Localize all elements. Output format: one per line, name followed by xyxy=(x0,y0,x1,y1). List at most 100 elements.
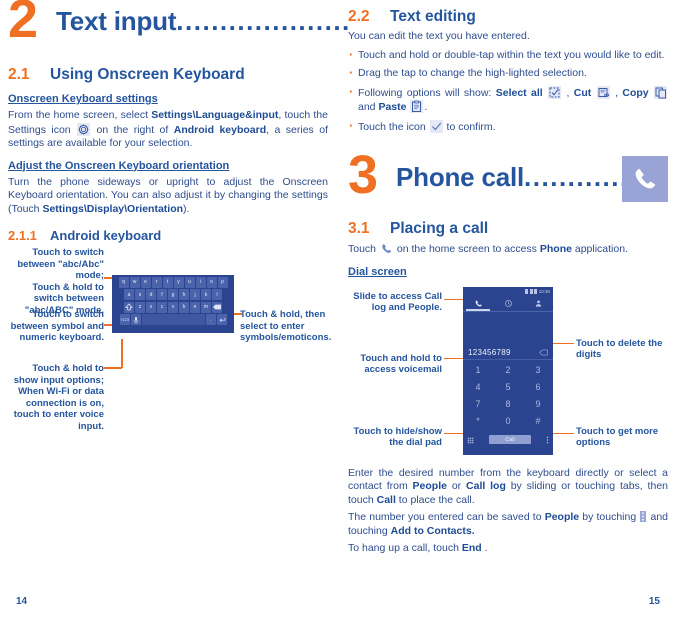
key-m[interactable]: m xyxy=(201,301,211,313)
key-x[interactable]: x xyxy=(146,301,156,313)
android-keyboard-image[interactable]: q w e r t y u i o p a s d f g h j k l z … xyxy=(112,275,234,333)
key-a[interactable]: a xyxy=(124,289,134,300)
key-z[interactable]: z xyxy=(135,301,145,313)
text-editing-intro: You can edit the text you have entered. xyxy=(348,30,530,42)
status-time: 10:30 xyxy=(538,288,550,294)
phone-app-label: Phone xyxy=(539,243,572,255)
right-page-column: 2.2 Text editing You can edit the text y… xyxy=(348,0,668,617)
bullet-confirm: Touch the icon to confirm. xyxy=(348,119,668,135)
leader-more-options xyxy=(550,432,574,435)
dial-key-3[interactable]: 3 xyxy=(523,362,553,379)
dial-key-6[interactable]: 6 xyxy=(523,379,553,396)
dial-key-5[interactable]: 5 xyxy=(493,379,523,396)
hangup-text-1: To hang up a call, touch xyxy=(348,542,462,554)
key-b[interactable]: b xyxy=(179,301,189,313)
key-u[interactable]: u xyxy=(184,276,195,288)
dial-key-star[interactable]: * xyxy=(463,413,493,430)
microphone-key-icon[interactable] xyxy=(130,314,141,325)
section-3-1-heading: 3.1 Placing a call xyxy=(348,220,668,238)
dial-key-7[interactable]: 7 xyxy=(463,396,493,413)
save-number-paragraph: The number you entered can be saved to P… xyxy=(348,511,668,538)
key-n[interactable]: n xyxy=(190,301,200,313)
key-p[interactable]: p xyxy=(217,276,228,288)
key-w[interactable]: w xyxy=(129,276,140,288)
add-to-contacts-label: Add to Contacts. xyxy=(390,524,475,537)
dial-key-1[interactable]: 1 xyxy=(463,362,493,379)
key-f[interactable]: f xyxy=(157,289,167,300)
shift-key-icon[interactable] xyxy=(124,301,134,313)
key-t[interactable]: t xyxy=(162,276,173,288)
key-e[interactable]: e xyxy=(140,276,151,288)
section-2-1-title: Using Onscreen Keyboard xyxy=(50,66,245,83)
tab-people[interactable] xyxy=(523,296,553,311)
key-g[interactable]: g xyxy=(168,289,178,300)
chapter-3-title: Phone call............... xyxy=(396,162,655,193)
settings-text-1: From the home screen, select xyxy=(8,109,152,121)
paste-label: Paste xyxy=(378,101,407,113)
key-c[interactable]: c xyxy=(157,301,167,313)
delete-digit-button[interactable] xyxy=(539,343,548,361)
clock-icon xyxy=(504,299,512,307)
dial-key-4[interactable]: 4 xyxy=(463,379,493,396)
chapter-2-number: 2 xyxy=(8,0,38,49)
dial-screen-heading: Dial screen xyxy=(348,265,407,278)
return-key-icon[interactable] xyxy=(216,314,227,325)
dial-key-9[interactable]: 9 xyxy=(523,396,553,413)
touch-text-2: on the home screen to access xyxy=(393,243,540,255)
save-text-1: The number you entered can be saved to xyxy=(348,511,545,523)
toggle-dialpad-button[interactable] xyxy=(467,431,474,449)
key-j[interactable]: j xyxy=(190,289,200,300)
section-2-1-1-number: 2.1.1 xyxy=(8,228,37,243)
dial-key-0[interactable]: 0 xyxy=(493,413,523,430)
key-s[interactable]: s xyxy=(135,289,145,300)
annotation-switch-abc: Touch to switch between "abc/Abc" mode; … xyxy=(17,247,104,316)
enter-calllog-label: Call log xyxy=(466,480,506,492)
left-page-column: 2 Text input.................... 2.1 Usi… xyxy=(8,0,349,617)
key-o[interactable]: o xyxy=(206,276,217,288)
keyboard-row-4: ?123 . xyxy=(112,314,234,325)
dialpad-grid-icon xyxy=(467,437,474,443)
chapter-2-dots: .................... xyxy=(176,6,351,36)
annotation-input-options: Touch & hold to show input options; When… xyxy=(13,363,104,432)
period-key[interactable]: . xyxy=(205,314,216,325)
key-h[interactable]: h xyxy=(179,289,189,300)
tab-call-log[interactable] xyxy=(493,296,523,311)
key-r[interactable]: r xyxy=(151,276,162,288)
symbols-numeric-key[interactable]: ?123 xyxy=(119,314,130,325)
touch-text-1: Touch xyxy=(348,243,379,255)
hangup-paragraph: To hang up a call, touch End . xyxy=(348,542,668,556)
contacts-icon xyxy=(535,300,541,307)
space-key[interactable] xyxy=(141,314,205,325)
dialed-number-display[interactable]: 123456789 xyxy=(463,346,553,360)
settings-bold-2: Android keyboard xyxy=(173,123,267,136)
bullet-options: Following options will show: Select all … xyxy=(348,85,668,115)
settings-bold-1: Settings\Language&input xyxy=(151,109,279,121)
dial-screen-image[interactable]: 10:30 123456789 1 2 3 4 5 6 7 8 9 * 0 # … xyxy=(463,286,553,455)
orientation-heading: Adjust the Onscreen Keyboard orientation xyxy=(8,159,230,172)
tab-phone[interactable] xyxy=(463,296,493,311)
key-v[interactable]: v xyxy=(168,301,178,313)
call-button[interactable]: Call xyxy=(489,435,531,444)
backspace-key-icon[interactable] xyxy=(212,301,222,313)
key-q[interactable]: q xyxy=(118,276,129,288)
key-l[interactable]: l xyxy=(212,289,222,300)
bullet-touch-hold-text: Touch and hold or double-tap within the … xyxy=(358,48,665,61)
annotation-voicemail: Touch and hold to access voicemail xyxy=(360,352,442,376)
annotation-people: People xyxy=(408,302,440,313)
more-options-button[interactable] xyxy=(546,431,549,449)
key-y[interactable]: y xyxy=(173,276,184,288)
key-d[interactable]: d xyxy=(146,289,156,300)
bullet-confirm-prefix: Touch the icon xyxy=(358,120,429,133)
paste-icon xyxy=(410,100,424,113)
dial-key-2[interactable]: 2 xyxy=(493,362,523,379)
overflow-menu-icon xyxy=(546,436,549,443)
annotation-slide-access: Slide to access Call log and People. xyxy=(348,291,442,314)
dial-key-hash[interactable]: # xyxy=(523,413,553,430)
annotation-symbols-emoticons: Touch & hold, then select to enter symbo… xyxy=(240,309,332,343)
dial-key-8[interactable]: 8 xyxy=(493,396,523,413)
gear-icon xyxy=(77,122,91,136)
bullet-drag-tap: Drag the tap to change the high-lighted … xyxy=(348,66,668,81)
key-i[interactable]: i xyxy=(195,276,206,288)
key-k[interactable]: k xyxy=(201,289,211,300)
keypad-row-3: 7 8 9 xyxy=(463,396,553,413)
